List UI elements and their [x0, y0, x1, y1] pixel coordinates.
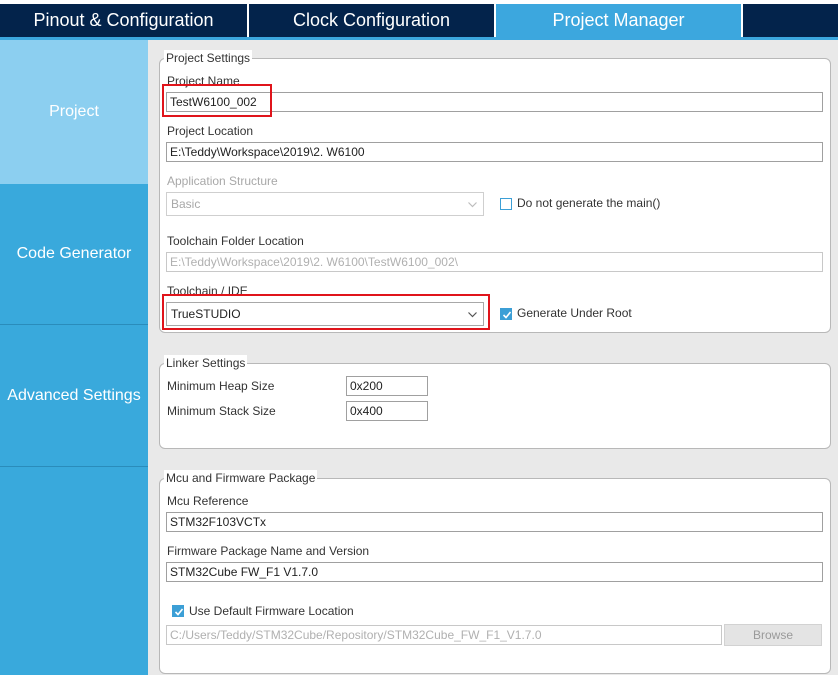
project-location-label: Project Location — [167, 124, 254, 138]
min-heap-size-label: Minimum Heap Size — [167, 379, 275, 393]
checkmark-icon — [502, 311, 512, 319]
do-not-generate-main-label: Do not generate the main() — [517, 196, 661, 210]
chevron-down-icon — [468, 202, 477, 208]
tab-pinout-configuration[interactable]: Pinout & Configuration — [0, 4, 247, 37]
min-heap-size-input[interactable] — [346, 376, 428, 396]
toolchain-folder-label: Toolchain Folder Location — [167, 234, 304, 248]
toolchain-folder-input — [166, 252, 823, 272]
project-settings-group: Project Settings Project Name Project Lo… — [159, 50, 831, 333]
sidebar-divider — [0, 466, 148, 467]
do-not-generate-main-checkbox[interactable] — [500, 198, 512, 210]
generate-under-root-checkbox[interactable] — [500, 308, 512, 320]
generate-under-root-label: Generate Under Root — [517, 306, 632, 320]
firmware-package-input[interactable] — [166, 562, 823, 582]
application-structure-select[interactable]: Basic — [166, 192, 484, 216]
sidebar-item-code-generator[interactable]: Code Generator — [0, 184, 148, 324]
application-structure-label: Application Structure — [167, 174, 278, 188]
toolchain-ide-label: Toolchain / IDE — [167, 284, 248, 298]
mcu-reference-input[interactable] — [166, 512, 823, 532]
browse-button[interactable]: Browse — [724, 624, 822, 646]
tab-empty — [743, 4, 838, 37]
group-title: Linker Settings — [164, 355, 248, 371]
min-stack-size-label: Minimum Stack Size — [167, 404, 276, 418]
sidebar-item-label: Project — [49, 103, 99, 120]
main-panel: Project Settings Project Name Project Lo… — [148, 40, 838, 675]
sidebar-item-project[interactable]: Project — [0, 40, 148, 184]
linker-settings-group: Linker Settings Minimum Heap Size Minimu… — [159, 355, 831, 449]
project-name-label: Project Name — [167, 74, 240, 88]
tab-label: Pinout & Configuration — [33, 10, 214, 30]
checkmark-icon — [174, 608, 184, 616]
use-default-firmware-checkbox[interactable] — [172, 605, 184, 617]
browse-label: Browse — [752, 628, 793, 642]
project-name-input[interactable] — [166, 92, 823, 112]
sidebar: Project Code Generator Advanced Settings — [0, 40, 148, 675]
sidebar-item-label: Code Generator — [16, 245, 132, 262]
mcu-reference-label: Mcu Reference — [167, 494, 249, 508]
use-default-firmware-label: Use Default Firmware Location — [189, 604, 354, 618]
chevron-down-icon — [468, 312, 477, 318]
tab-label: Clock Configuration — [292, 10, 451, 30]
select-value: TrueSTUDIO — [171, 307, 241, 321]
group-title: Project Settings — [164, 50, 253, 66]
select-value: Basic — [171, 197, 201, 211]
sidebar-item-label: Advanced Settings — [7, 386, 141, 404]
tab-project-manager[interactable]: Project Manager — [496, 4, 741, 37]
tab-clock-configuration[interactable]: Clock Configuration — [249, 4, 494, 37]
firmware-location-input — [166, 625, 722, 645]
project-location-input[interactable] — [166, 142, 823, 162]
tab-label: Project Manager — [552, 10, 685, 30]
firmware-package-label: Firmware Package Name and Version — [167, 544, 370, 558]
min-stack-size-input[interactable] — [346, 401, 428, 421]
toolchain-ide-select[interactable]: TrueSTUDIO — [166, 302, 484, 326]
top-tab-bar: Pinout & Configuration Clock Configurati… — [0, 0, 838, 40]
group-title: Mcu and Firmware Package — [164, 470, 318, 486]
mcu-firmware-group: Mcu and Firmware Package Mcu Reference F… — [159, 470, 831, 674]
sidebar-item-advanced-settings[interactable]: Advanced Settings — [0, 325, 148, 466]
